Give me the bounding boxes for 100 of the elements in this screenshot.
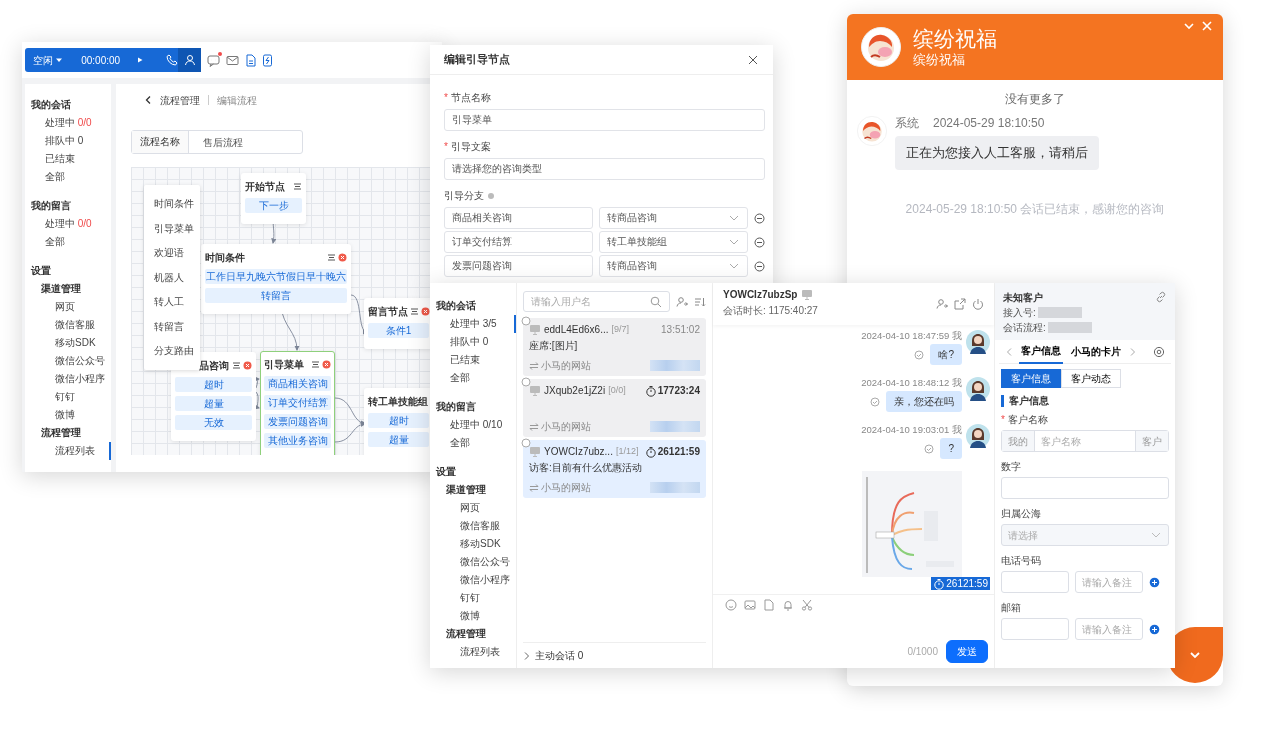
mail-icon[interactable]	[226, 53, 239, 67]
bell-icon[interactable]	[782, 599, 794, 611]
breadcrumb-link[interactable]: 流程管理	[160, 93, 200, 107]
add-icon[interactable]	[1149, 576, 1160, 588]
delete-icon[interactable]	[338, 253, 347, 262]
sidebar-item[interactable]: 微信公众号	[25, 352, 111, 370]
flow-node[interactable]: 开始节点 下一步	[241, 173, 306, 224]
sidebar-item[interactable]: 处理中 0/0	[25, 215, 111, 233]
radio-button[interactable]	[521, 438, 531, 448]
sidebar-item[interactable]: 排队中 0	[430, 333, 516, 351]
close-icon[interactable]	[747, 53, 759, 66]
node-branch[interactable]: 超量	[368, 432, 429, 447]
send-button[interactable]: 发送	[946, 640, 988, 663]
palette-item[interactable]: 转留言	[154, 314, 200, 339]
node-branch[interactable]: 工作日早九晚六节假日早十晚六	[205, 269, 347, 284]
remove-icon[interactable]	[754, 260, 765, 272]
segment-tab[interactable]: 客户动态	[1061, 369, 1121, 388]
palette-item[interactable]: 欢迎语	[154, 241, 200, 266]
segment-tab[interactable]: 客户信息	[1001, 369, 1061, 388]
node-branch[interactable]: 订单交付结算	[264, 395, 331, 410]
minimize-icon[interactable]	[1183, 20, 1195, 32]
filter-icon[interactable]	[311, 360, 320, 369]
node-branch[interactable]: 超时	[175, 377, 252, 392]
file-icon[interactable]	[763, 599, 775, 611]
play-icon[interactable]	[136, 56, 145, 64]
document-icon[interactable]	[245, 53, 256, 67]
phone-icon[interactable]	[166, 54, 179, 66]
sidebar-item[interactable]: 微信小程序	[25, 370, 111, 388]
filter-icon[interactable]	[293, 182, 302, 191]
clipboard-icon[interactable]	[262, 53, 273, 67]
sidebar-item[interactable]: 排队中 0	[25, 132, 111, 150]
sidebar-item[interactable]: 网页	[25, 298, 111, 316]
node-branch[interactable]: 其他业务咨询	[264, 433, 331, 448]
node-branch[interactable]: 超量	[175, 396, 252, 411]
delete-icon[interactable]	[322, 360, 331, 369]
remove-icon[interactable]	[754, 236, 765, 248]
text-field[interactable]: 请选择您的咨询类型	[444, 158, 765, 180]
agent-button[interactable]	[178, 48, 201, 72]
text-field[interactable]	[1001, 571, 1069, 593]
sidebar-item[interactable]: 处理中 0/0	[25, 114, 111, 132]
palette-item[interactable]: 引导菜单	[154, 216, 200, 241]
flow-name-field[interactable]: 流程名称 售后流程	[131, 130, 303, 154]
sidebar-item[interactable]: 微信小程序	[430, 571, 516, 589]
sidebar-item[interactable]: 网页	[430, 499, 516, 517]
text-field[interactable]: 引导菜单	[444, 109, 765, 131]
sidebar-item[interactable]: 全部	[25, 233, 111, 251]
filter-icon[interactable]	[327, 253, 336, 262]
sidebar-item[interactable]: 处理中 0/10	[430, 416, 516, 434]
node-branch[interactable]: 下一步	[245, 198, 302, 213]
node-branch[interactable]: 条件1	[368, 323, 429, 338]
sidebar-item[interactable]: 微信公众号	[430, 553, 516, 571]
flow-node[interactable]: 引导菜单 商品相关咨询 订单交付结算 发票问题咨询 其他业务咨询	[260, 351, 335, 455]
sidebar-item[interactable]: 流程列表	[430, 643, 516, 661]
sidebar-item[interactable]: 全部	[430, 369, 516, 387]
proactive-sessions-toggle[interactable]: 主动会话 0	[523, 642, 706, 668]
target-select[interactable]: 转商品咨询	[599, 255, 748, 277]
transfer-icon[interactable]	[676, 295, 688, 308]
text-field[interactable]	[1001, 477, 1169, 499]
sidebar-item[interactable]: 钉钉	[430, 589, 516, 607]
radio-button[interactable]	[521, 377, 531, 387]
settings-icon[interactable]	[1153, 345, 1165, 358]
power-icon[interactable]	[972, 298, 984, 310]
branch-field[interactable]: 商品相关咨询	[444, 207, 593, 229]
sidebar-item[interactable]: 已结束	[430, 351, 516, 369]
flow-node[interactable]: 留言节点 条件1	[364, 298, 433, 349]
sidebar-item[interactable]: 全部	[430, 434, 516, 452]
target-select[interactable]: 转工单技能组	[599, 231, 748, 253]
node-branch[interactable]: 转留言	[205, 288, 347, 303]
session-card[interactable]: YOWCIz7ubz... [1/12] 26121:59 访客:目前有什么优惠活动 小马的网站	[523, 440, 706, 498]
flow-node[interactable]: 转工单技能组 超时 超量	[364, 388, 433, 455]
sidebar-item[interactable]: 微博	[25, 406, 111, 424]
palette-item[interactable]: 时间条件	[154, 192, 200, 217]
back-icon[interactable]	[144, 95, 152, 105]
node-branch[interactable]: 无效	[175, 415, 252, 430]
status-dropdown[interactable]: 空闲	[33, 53, 68, 67]
sidebar-item[interactable]: 处理中 3/5	[430, 315, 516, 333]
branch-field[interactable]: 发票问题咨询	[444, 255, 593, 277]
delete-icon[interactable]	[421, 307, 430, 316]
sort-icon[interactable]	[694, 295, 706, 308]
text-field[interactable]	[1001, 618, 1069, 640]
branch-field[interactable]: 订单交付结算	[444, 231, 593, 253]
sidebar-item[interactable]: 移动SDK	[25, 334, 111, 352]
remove-icon[interactable]	[754, 212, 765, 224]
sidebar-item[interactable]: 微信客服	[430, 517, 516, 535]
palette-item[interactable]: 转人工	[154, 290, 200, 315]
delete-icon[interactable]	[243, 361, 252, 370]
node-branch[interactable]: 发票问题咨询	[264, 414, 331, 429]
session-card[interactable]: JXqub2e1jZ2i [0/0] 17723:24 小马的网站	[523, 379, 706, 437]
flow-node[interactable]: 时间条件 工作日早九晚六节假日早十晚六 转留言	[201, 244, 351, 314]
link-icon[interactable]	[1155, 291, 1167, 303]
sidebar-item[interactable]: 钉钉	[25, 388, 111, 406]
sidebar-item[interactable]: 全部	[25, 168, 111, 186]
image-icon[interactable]	[744, 599, 756, 611]
tab[interactable]: 客户信息	[1019, 339, 1063, 364]
tab[interactable]: 小马的卡片	[1069, 340, 1123, 363]
filter-icon[interactable]	[410, 307, 419, 316]
target-select[interactable]: 转商品咨询	[599, 207, 748, 229]
palette-item[interactable]: 机器人	[154, 265, 200, 290]
sidebar-item[interactable]: 微信客服	[25, 316, 111, 334]
scissors-icon[interactable]	[801, 599, 813, 611]
